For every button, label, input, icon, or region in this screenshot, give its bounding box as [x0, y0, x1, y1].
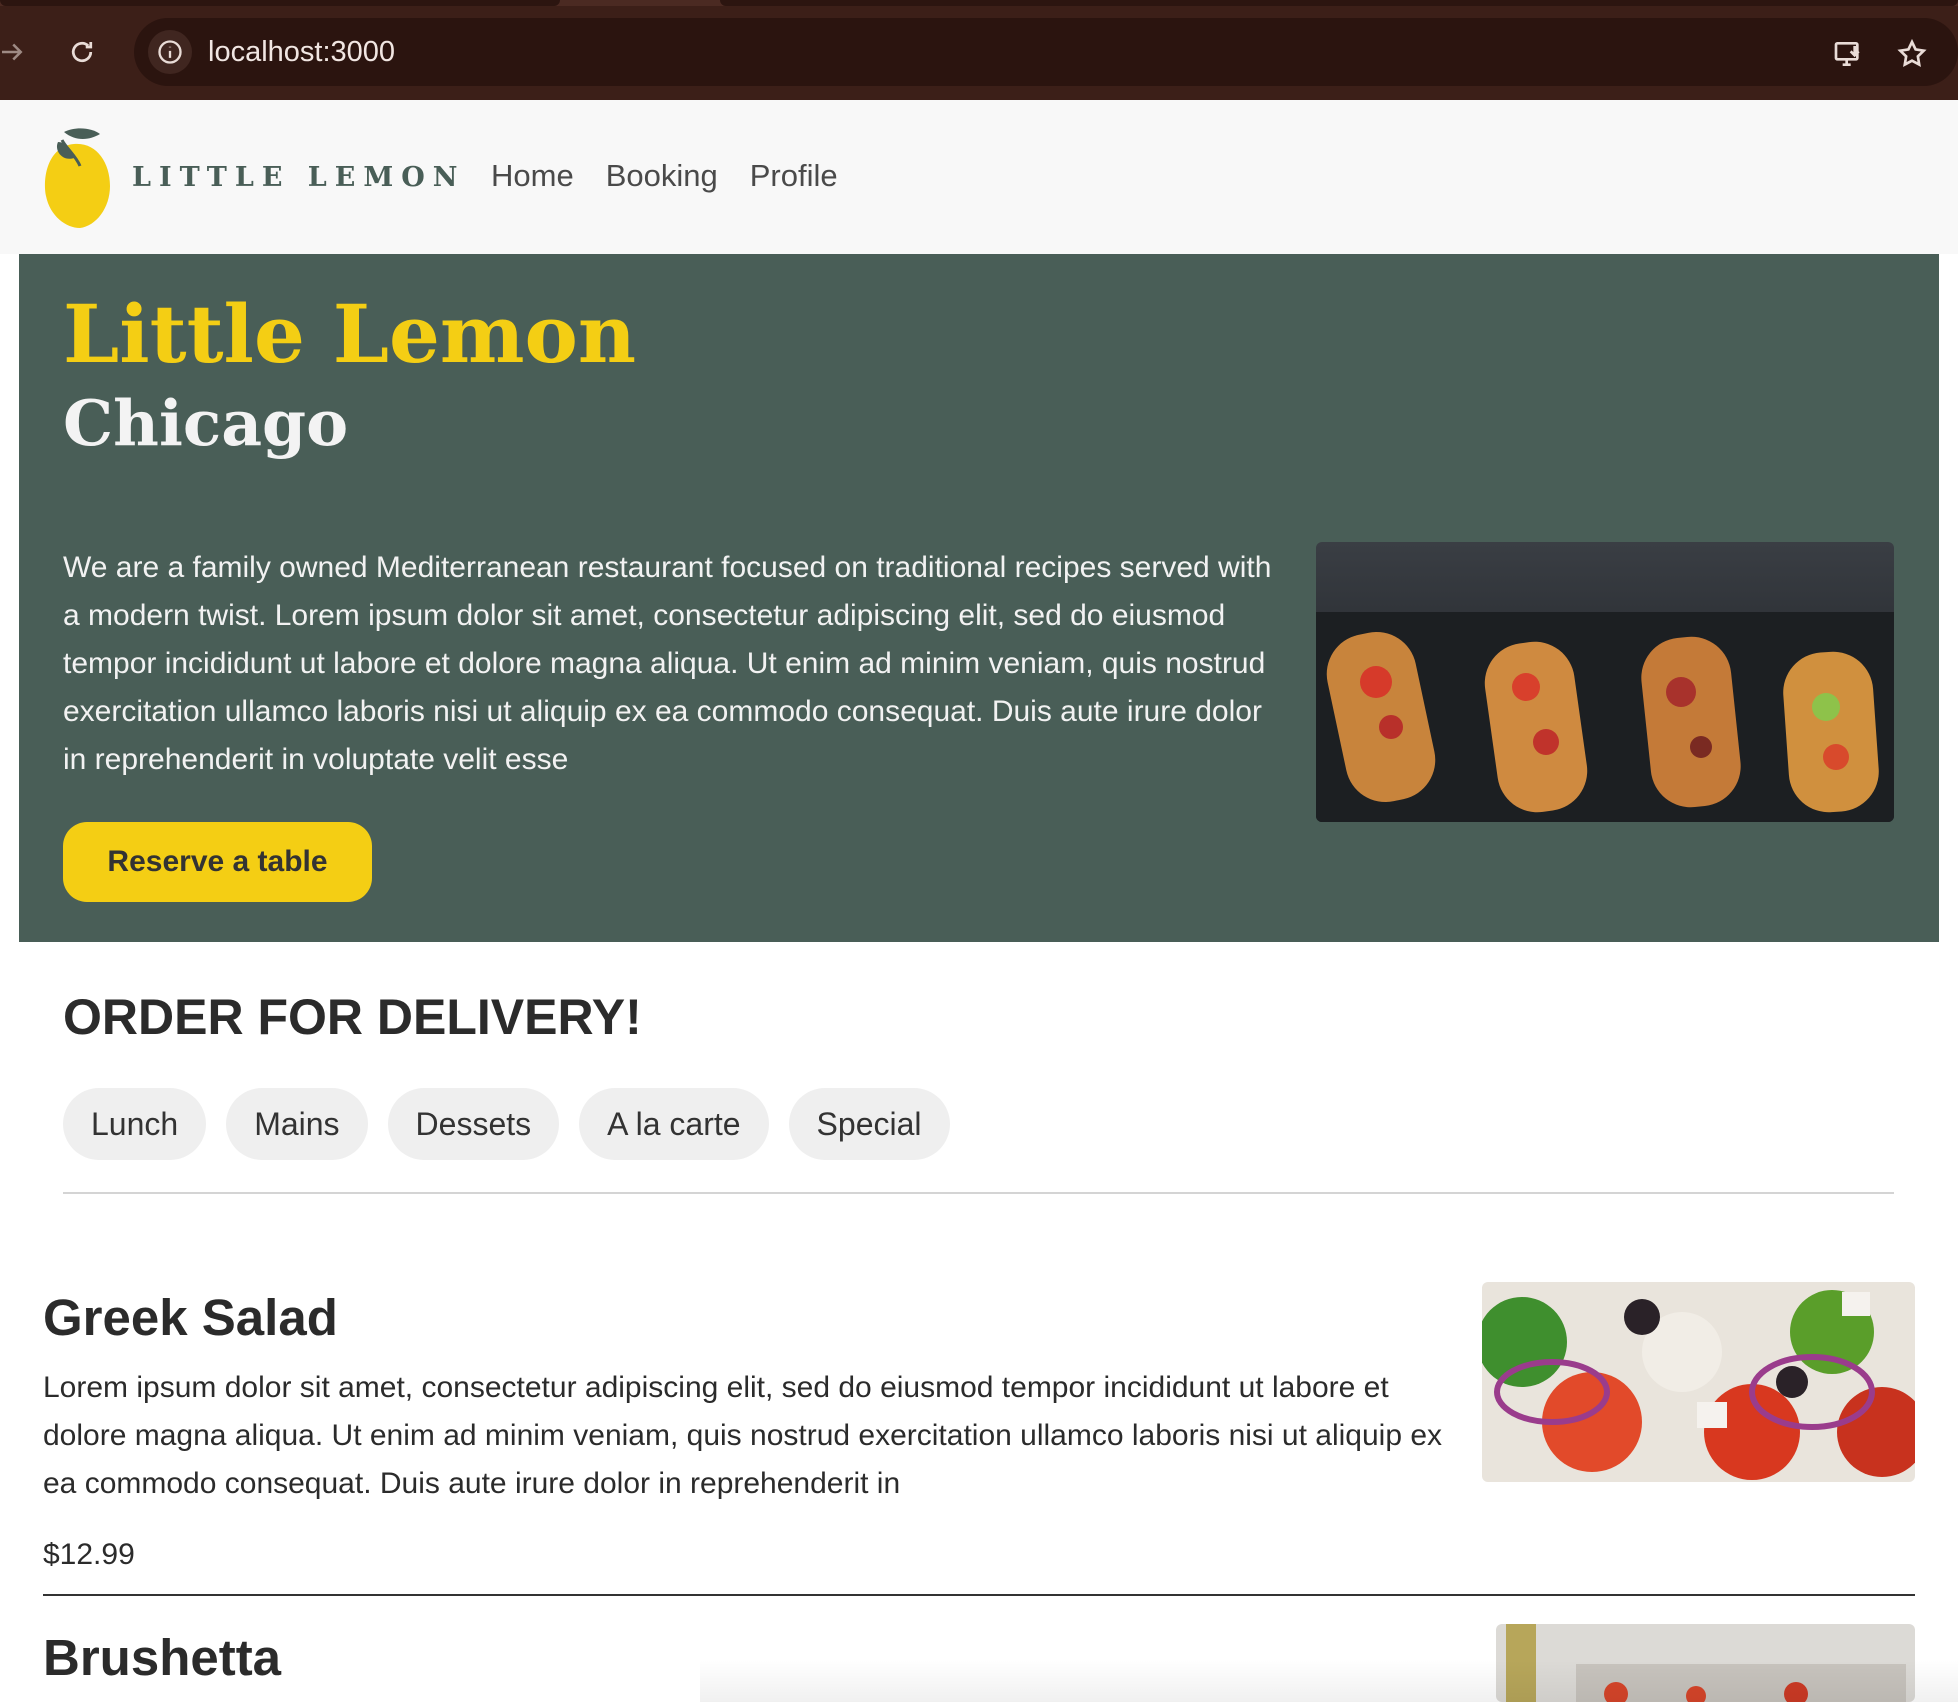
nav-booking-link[interactable]: Booking: [606, 158, 718, 194]
bookmark-star-icon[interactable]: [1892, 34, 1932, 74]
menu-item-price: $12.99: [43, 1538, 135, 1571]
order-heading: ORDER FOR DELIVERY!: [63, 989, 642, 1045]
install-icon[interactable]: [1828, 34, 1868, 74]
hero-title: Little Lemon: [63, 287, 637, 381]
main-nav: Home Booking Profile: [491, 158, 838, 194]
lemon-logo-icon[interactable]: [40, 124, 112, 230]
reserve-table-button[interactable]: Reserve a table: [63, 822, 372, 902]
logo-text[interactable]: LITTLE LEMON: [132, 162, 465, 193]
greek-salad-image[interactable]: [1482, 1282, 1915, 1482]
url-text[interactable]: localhost:3000: [208, 36, 395, 69]
nav-profile-link[interactable]: Profile: [750, 158, 838, 194]
filter-desserts[interactable]: Dessets: [387, 1088, 560, 1160]
tab-edge[interactable]: [0, 0, 560, 6]
hero-subtitle: Chicago: [63, 386, 349, 460]
tab-edge[interactable]: [720, 0, 1958, 6]
menu-item-description: Lorem ipsum dolor sit amet, consectetur …: [43, 1371, 1443, 1500]
menu-item-name[interactable]: Greek Salad: [43, 1288, 338, 1347]
scroll-shadow: [700, 1660, 1958, 1702]
nav-home-link[interactable]: Home: [491, 158, 574, 194]
info-icon[interactable]: [148, 30, 192, 74]
filter-lunch[interactable]: Lunch: [63, 1088, 207, 1160]
hero-description: We are a family owned Mediterranean rest…: [63, 551, 1272, 776]
address-bar[interactable]: localhost:3000: [134, 18, 1958, 86]
divider: [63, 1192, 1894, 1194]
filter-special[interactable]: Special: [788, 1088, 950, 1160]
filter-a-la-carte[interactable]: A la carte: [579, 1088, 769, 1160]
menu-item-divider: [43, 1594, 1915, 1596]
forward-icon[interactable]: [0, 30, 34, 74]
hero-food-image: [1316, 542, 1894, 822]
category-filters: Lunch Mains Dessets A la carte Special: [63, 1088, 950, 1160]
browser-toolbar: localhost:3000: [0, 0, 1958, 100]
tab-strip: [0, 0, 1958, 6]
menu-item-name[interactable]: Brushetta: [43, 1628, 281, 1687]
filter-mains[interactable]: Mains: [226, 1088, 368, 1160]
reload-icon[interactable]: [60, 30, 104, 74]
